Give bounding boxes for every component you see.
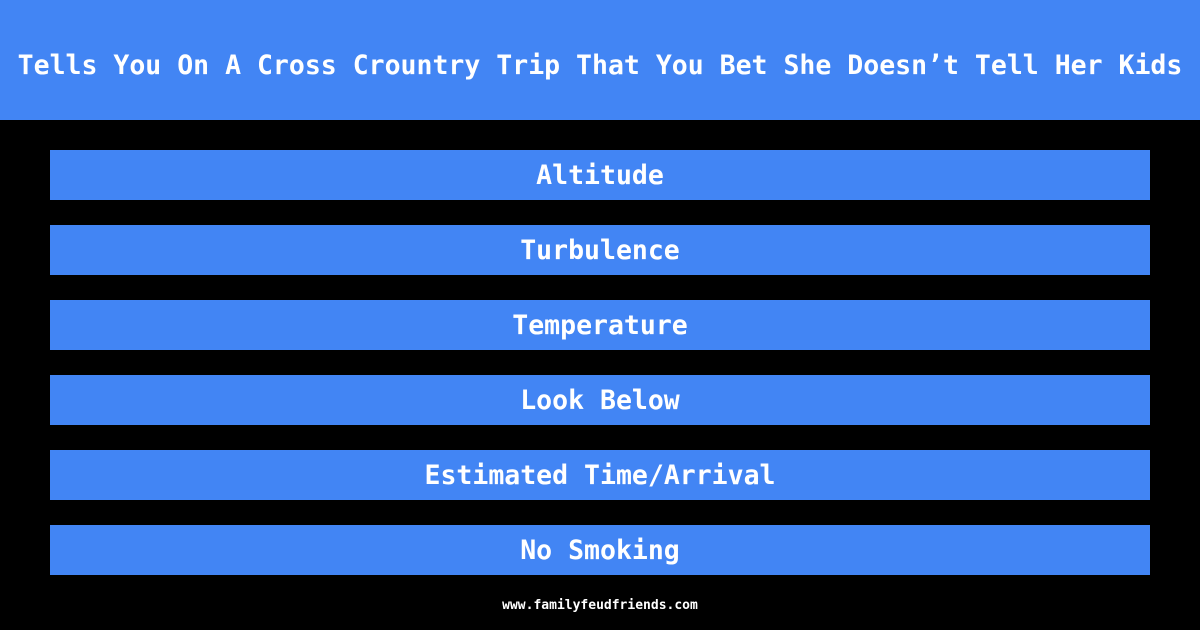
answer-item: Temperature — [50, 300, 1150, 350]
answer-item: Look Below — [50, 375, 1150, 425]
answer-item: No Smoking — [50, 525, 1150, 575]
question-title: Tells You On A Cross Crountry Trip That … — [17, 49, 1183, 81]
answer-item: Altitude — [50, 150, 1150, 200]
answer-item: Turbulence — [50, 225, 1150, 275]
footer-url: www.familyfeudfriends.com — [502, 598, 698, 613]
answer-list: Altitude Turbulence Temperature Look Bel… — [50, 150, 1150, 600]
question-header: Tells You On A Cross Crountry Trip That … — [0, 0, 1200, 120]
answer-item: Estimated Time/Arrival — [50, 450, 1150, 500]
